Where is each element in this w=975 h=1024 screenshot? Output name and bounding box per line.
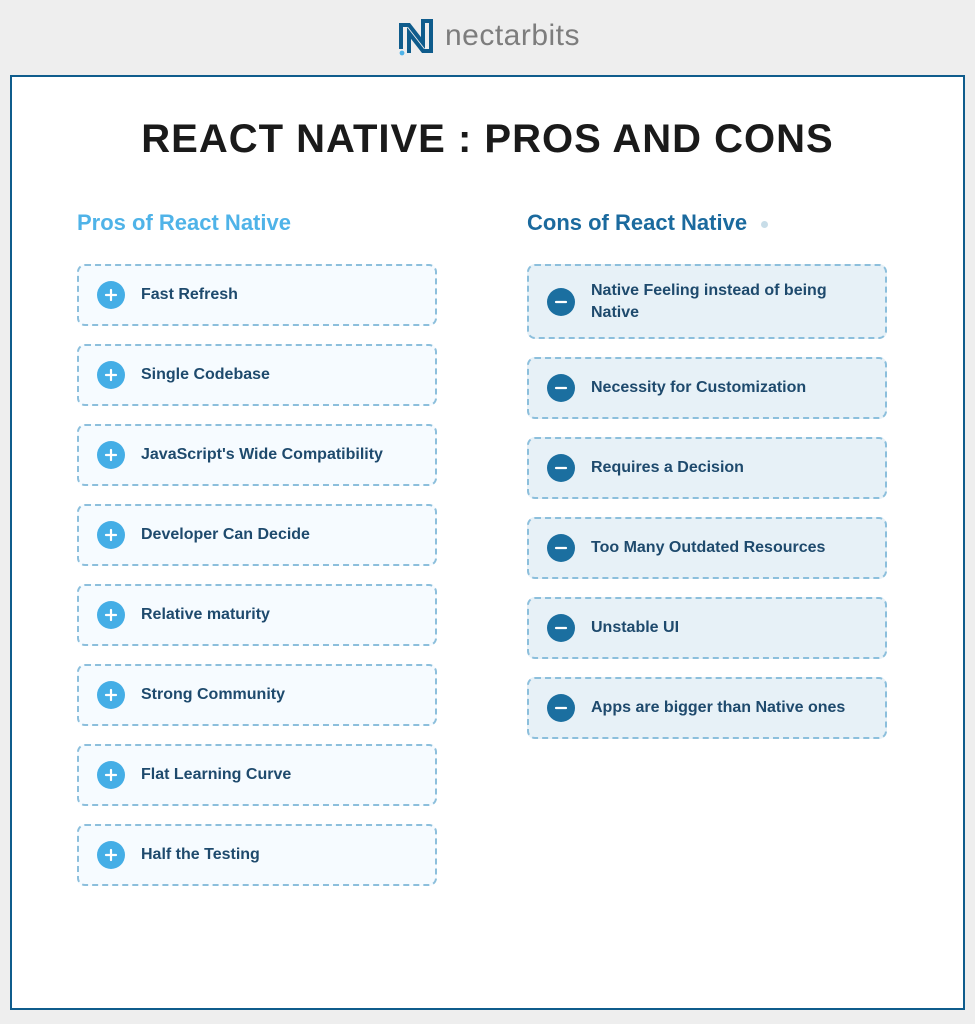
item-label: Too Many Outdated Resources (591, 537, 825, 559)
minus-icon (547, 454, 575, 482)
item-label: Fast Refresh (141, 284, 238, 306)
item-label: Relative maturity (141, 604, 270, 626)
plus-icon (97, 681, 125, 709)
page-title: REACT NATIVE : PROS AND CONS (62, 117, 913, 162)
pros-heading: Pros of React Native (77, 210, 437, 236)
item-label: Requires a Decision (591, 457, 744, 479)
minus-icon (547, 534, 575, 562)
cons-heading: Cons of React Native (527, 210, 887, 236)
item-label: Necessity for Customization (591, 377, 806, 399)
plus-icon (97, 441, 125, 469)
cons-column: Cons of React Native Native Feeling inst… (527, 210, 887, 904)
item-label: Apps are bigger than Native ones (591, 697, 845, 719)
list-item: Developer Can Decide (77, 504, 437, 566)
logo-mark-icon (395, 15, 437, 57)
dot-icon (761, 221, 768, 228)
minus-icon (547, 288, 575, 316)
item-label: Strong Community (141, 684, 285, 706)
plus-icon (97, 841, 125, 869)
item-label: Single Codebase (141, 364, 270, 386)
list-item: Apps are bigger than Native ones (527, 677, 887, 739)
plus-icon (97, 761, 125, 789)
list-item: Too Many Outdated Resources (527, 517, 887, 579)
list-item: Native Feeling instead of being Native (527, 264, 887, 339)
item-label: Developer Can Decide (141, 524, 310, 546)
minus-icon (547, 374, 575, 402)
plus-icon (97, 361, 125, 389)
list-item: Relative maturity (77, 584, 437, 646)
cons-heading-text: Cons of React Native (527, 210, 747, 235)
list-item: Unstable UI (527, 597, 887, 659)
list-item: Half the Testing (77, 824, 437, 886)
item-label: Native Feeling instead of being Native (591, 280, 867, 323)
plus-icon (97, 521, 125, 549)
brand-logo: nectarbits (10, 15, 965, 57)
item-label: JavaScript's Wide Compatibility (141, 444, 383, 466)
plus-icon (97, 601, 125, 629)
pros-column: Pros of React Native Fast Refresh Single… (77, 210, 437, 904)
columns-wrap: Pros of React Native Fast Refresh Single… (62, 210, 913, 904)
plus-icon (97, 281, 125, 309)
list-item: Flat Learning Curve (77, 744, 437, 806)
content-card: REACT NATIVE : PROS AND CONS Pros of Rea… (10, 75, 965, 1010)
item-label: Flat Learning Curve (141, 764, 291, 786)
brand-name: nectarbits (445, 19, 580, 53)
item-label: Half the Testing (141, 844, 260, 866)
list-item: Requires a Decision (527, 437, 887, 499)
list-item: Single Codebase (77, 344, 437, 406)
list-item: Necessity for Customization (527, 357, 887, 419)
list-item: Fast Refresh (77, 264, 437, 326)
item-label: Unstable UI (591, 617, 679, 639)
list-item: JavaScript's Wide Compatibility (77, 424, 437, 486)
minus-icon (547, 694, 575, 722)
list-item: Strong Community (77, 664, 437, 726)
minus-icon (547, 614, 575, 642)
